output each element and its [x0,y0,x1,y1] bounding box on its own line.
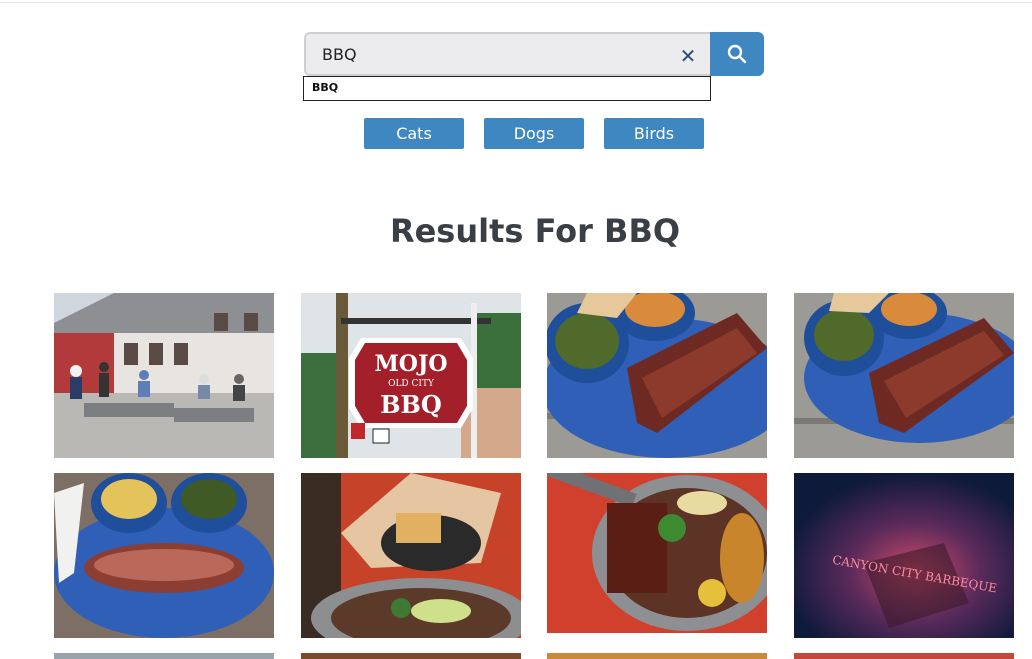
autocomplete-item[interactable]: BBQ [312,81,338,94]
category-button-cats[interactable]: Cats [364,118,464,149]
skillet-ribs-photo [547,473,767,633]
sign-old-city-text: OLD CITY [388,379,435,389]
result-image[interactable] [547,293,767,458]
result-image[interactable]: CANYON CITY BARBEQUE [794,473,1014,638]
result-image[interactable] [301,653,521,659]
result-image[interactable] [547,473,767,638]
neon-sign-photo: CANYON CITY BARBEQUE [794,473,1014,638]
category-button-birds[interactable]: Birds [604,118,704,149]
bread-skillet-photo [301,473,521,638]
search-icon [727,44,747,64]
results-heading: Results For BBQ [389,212,681,250]
category-button-dogs[interactable]: Dogs [484,118,584,149]
sign-bbq-text: BBQ [380,390,441,419]
result-image[interactable]: MOJO OLD CITY BBQ [301,293,521,458]
result-image[interactable] [547,653,767,659]
result-image[interactable] [794,653,1014,659]
top-divider [0,2,1032,3]
search-bar: BBQ ✕ [304,32,764,76]
patio-photo [54,293,274,458]
sign-mojo-text: MOJO [374,351,447,377]
search-input[interactable]: BBQ ✕ [304,32,712,76]
result-image[interactable] [54,653,274,659]
result-image[interactable] [54,293,274,458]
result-image[interactable] [794,293,1014,458]
autocomplete-dropdown: BBQ [303,76,711,101]
ribs-plate-photo-2 [794,293,1014,458]
ribs-plate-photo [547,293,767,458]
close-icon[interactable]: ✕ [678,46,698,66]
bbq-sign-photo: MOJO OLD CITY BBQ [301,293,521,458]
brisket-plate-photo [54,473,274,638]
search-query-text: BBQ [322,45,357,64]
result-image[interactable] [54,473,274,638]
result-image[interactable] [301,473,521,638]
search-button[interactable] [710,32,764,76]
